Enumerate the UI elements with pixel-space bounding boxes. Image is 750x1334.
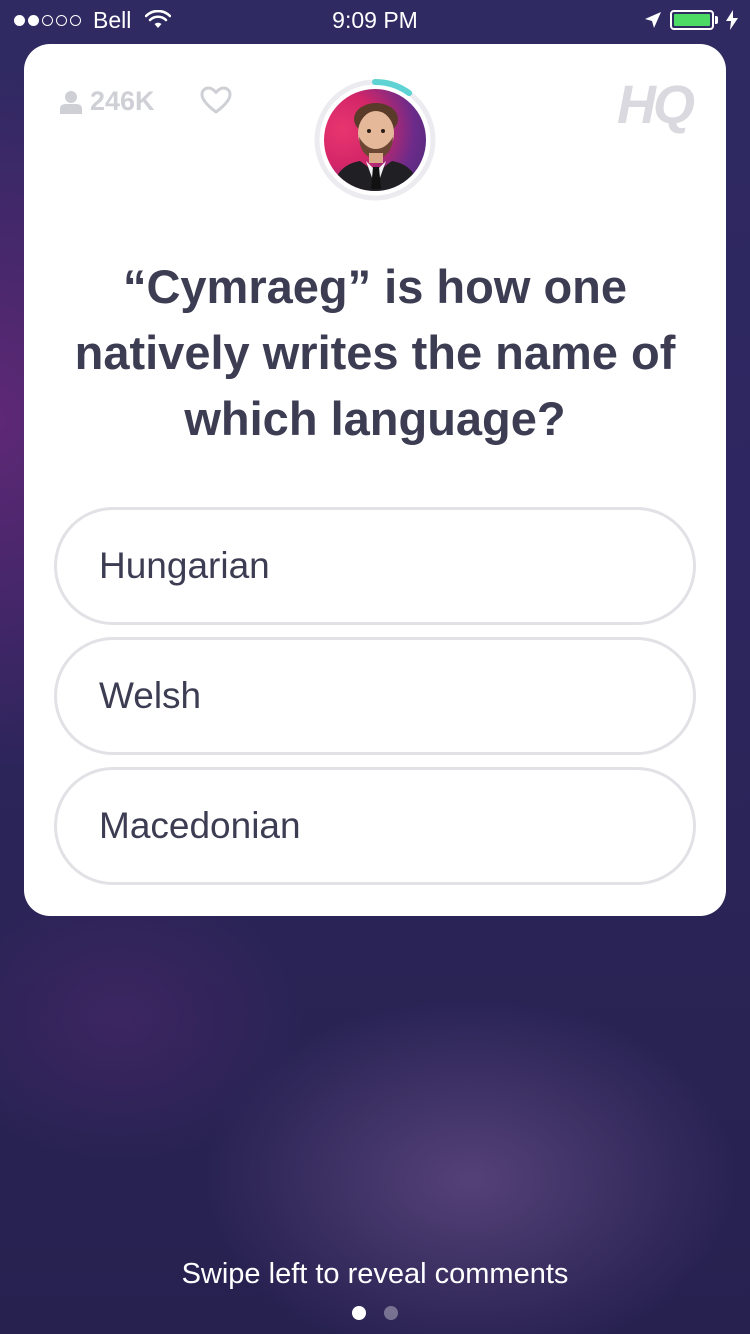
viewer-count-label: 246K	[90, 86, 155, 116]
swipe-hint: Swipe left to reveal comments	[181, 1258, 569, 1290]
page-dot-2[interactable]	[384, 1306, 398, 1320]
question-text: “Cymraeg” is how one natively writes the…	[74, 260, 676, 445]
battery-level	[674, 14, 710, 26]
heart-icon[interactable]	[200, 86, 232, 114]
answer-option-3[interactable]: Macedonian	[54, 767, 696, 885]
page-indicator[interactable]	[0, 1306, 750, 1320]
answer-option-label: Macedonian	[99, 805, 301, 846]
status-left: Bell	[14, 6, 172, 34]
answer-option-2[interactable]: Welsh	[54, 637, 696, 755]
page-dot-1[interactable]	[352, 1306, 366, 1320]
status-bar: Bell 9:09 PM	[0, 0, 750, 40]
answer-option-label: Welsh	[99, 675, 202, 716]
status-right	[644, 10, 738, 30]
viewer-count: 246K	[60, 86, 155, 117]
charging-bolt-icon	[726, 10, 738, 30]
answer-option-1[interactable]: Hungarian	[54, 507, 696, 625]
wifi-icon	[145, 10, 172, 28]
location-arrow-icon	[645, 12, 661, 28]
person-icon	[60, 90, 82, 114]
carrier-name: Bell	[93, 6, 132, 33]
cellular-signal-icon	[14, 14, 81, 26]
hq-logo: HQ	[617, 75, 695, 135]
host-portrait	[332, 103, 420, 191]
host-avatar-timer	[313, 78, 437, 202]
host-avatar	[324, 89, 426, 191]
battery-icon	[670, 10, 718, 30]
answer-option-label: Hungarian	[99, 545, 270, 586]
question-card: 246K HQ “Cymraeg” is how one natively wr…	[24, 44, 726, 916]
